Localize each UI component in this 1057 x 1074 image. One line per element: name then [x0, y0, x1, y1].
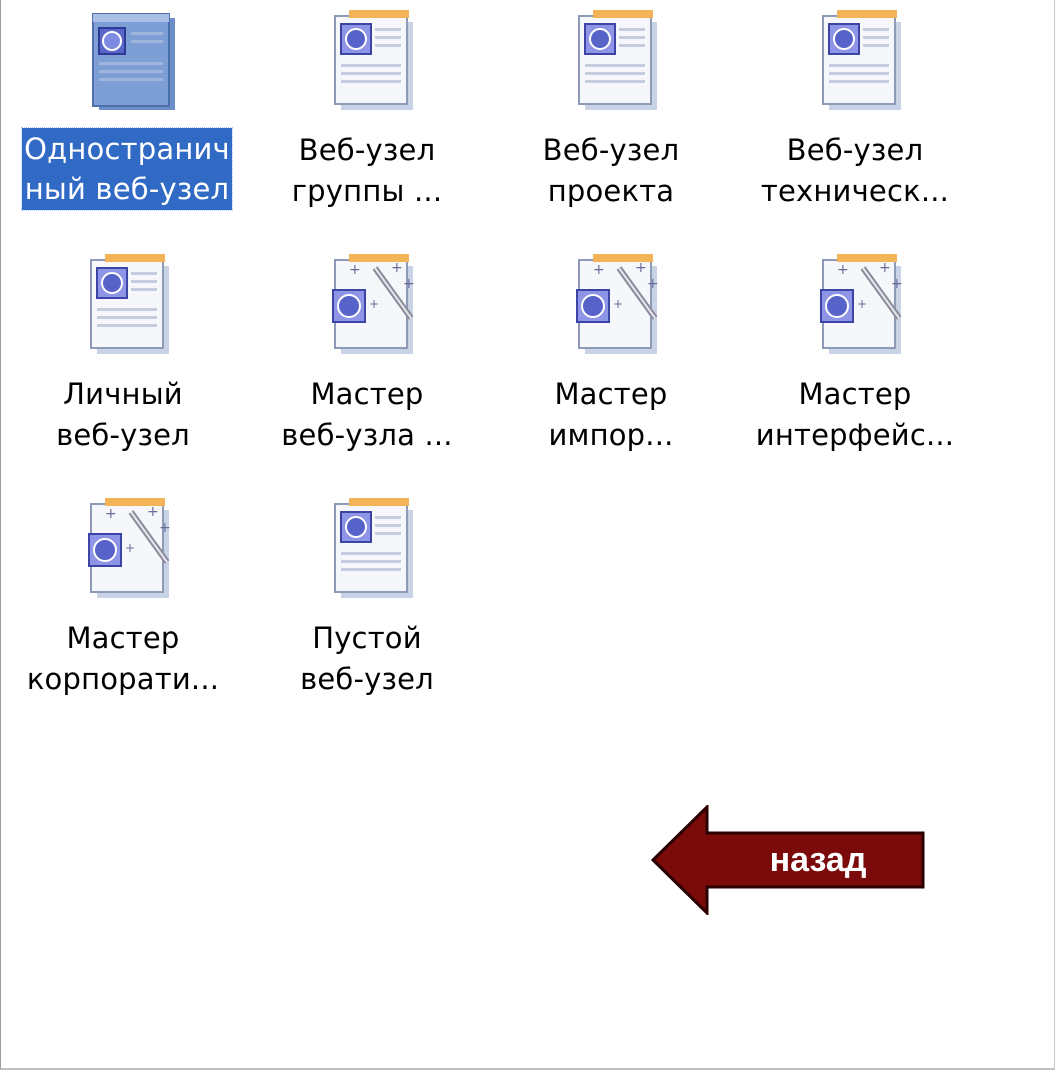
- template-tile-one-page-site[interactable]: Одностранич ный веб-узел: [7, 0, 247, 230]
- svg-text:+: +: [593, 262, 605, 278]
- template-label: Мастер импор...: [491, 374, 731, 456]
- template-tile-empty-site[interactable]: Пустой веб-узел: [247, 488, 487, 718]
- selection-highlight: Одностранич ный веб-узел: [21, 127, 233, 211]
- label-line-2: корпорати...: [26, 662, 220, 696]
- label-line-2: интерфейс...: [755, 418, 955, 452]
- svg-text:+: +: [879, 260, 891, 276]
- template-label: Веб-узел техническ...: [735, 130, 975, 212]
- svg-text:+: +: [349, 262, 361, 278]
- svg-text:+: +: [159, 520, 171, 536]
- label-line-1: Мастер: [310, 377, 424, 411]
- template-label: Одностранич ный веб-узел: [7, 127, 247, 211]
- template-label: Мастер веб-узла ...: [247, 374, 487, 456]
- svg-text:+: +: [647, 276, 659, 292]
- wizard-icon: + + + +: [319, 254, 423, 360]
- label-line-1: Веб-узел: [786, 133, 924, 167]
- label-line-1: Одностранич: [24, 132, 230, 166]
- label-line-1: Мастер: [798, 377, 912, 411]
- web-page-icon: [79, 10, 183, 116]
- svg-text:+: +: [635, 260, 647, 276]
- svg-text:+: +: [837, 262, 849, 278]
- svg-text:+: +: [369, 297, 379, 311]
- web-page-icon: [563, 10, 667, 116]
- label-line-1: Мастер: [66, 621, 180, 655]
- template-tile-corporate-wizard[interactable]: + + + + Мастер корпорати...: [3, 488, 243, 718]
- template-label: Пустой веб-узел: [247, 618, 487, 700]
- template-tile-import-wizard[interactable]: + + + + Мастер импор...: [491, 244, 731, 474]
- template-tile-group-site[interactable]: Веб-узел группы ...: [247, 0, 487, 230]
- template-tile-project-site[interactable]: Веб-узел проекта: [491, 0, 731, 230]
- web-page-icon: [319, 10, 423, 116]
- template-label: Веб-узел проекта: [491, 130, 731, 212]
- svg-text:+: +: [613, 297, 623, 311]
- template-tile-site-wizard[interactable]: + + + + Мастер веб-узла ...: [247, 244, 487, 474]
- svg-text:+: +: [125, 541, 135, 555]
- template-tile-interface-wizard[interactable]: + + + + Мастер интерфейс...: [735, 244, 975, 474]
- label-line-2: веб-узла ...: [281, 418, 453, 452]
- label-line-2: группы ...: [291, 174, 443, 208]
- template-tile-tech-site[interactable]: Веб-узел техническ...: [735, 0, 975, 230]
- label-line-2: проекта: [547, 174, 675, 208]
- label-line-1: Пустой: [312, 621, 422, 655]
- label-line-1: Мастер: [554, 377, 668, 411]
- svg-text:+: +: [147, 504, 159, 520]
- label-line-2: веб-узел: [56, 418, 190, 452]
- back-button-label: назад: [769, 841, 867, 879]
- svg-text:+: +: [403, 276, 415, 292]
- template-tile-personal-site[interactable]: Личный веб-узел: [3, 244, 243, 474]
- svg-text:+: +: [891, 276, 903, 292]
- template-label: Мастер корпорати...: [3, 618, 243, 700]
- template-list-pane: Одностранич ный веб-узел Веб-узел группы…: [0, 0, 1055, 1070]
- label-line-2: веб-узел: [300, 662, 434, 696]
- svg-text:+: +: [391, 260, 403, 276]
- icon-grid: Одностранич ный веб-узел Веб-узел группы…: [1, 0, 1057, 740]
- web-page-icon: [807, 10, 911, 116]
- template-label: Веб-узел группы ...: [247, 130, 487, 212]
- label-line-1: Веб-узел: [542, 133, 680, 167]
- back-button[interactable]: назад: [651, 805, 927, 915]
- label-line-2: ный веб-узел: [24, 172, 230, 206]
- wizard-icon: + + + +: [807, 254, 911, 360]
- wizard-icon: + + + +: [75, 498, 179, 604]
- svg-text:+: +: [857, 297, 867, 311]
- label-line-1: Личный: [63, 377, 183, 411]
- template-label: Личный веб-узел: [3, 374, 243, 456]
- label-line-2: импор...: [548, 418, 674, 452]
- label-line-2: техническ...: [760, 174, 950, 208]
- label-line-1: Веб-узел: [298, 133, 436, 167]
- wizard-icon: + + + +: [563, 254, 667, 360]
- template-label: Мастер интерфейс...: [735, 374, 975, 456]
- web-page-icon: [75, 254, 179, 360]
- svg-text:+: +: [105, 506, 117, 522]
- web-page-icon: [319, 498, 423, 604]
